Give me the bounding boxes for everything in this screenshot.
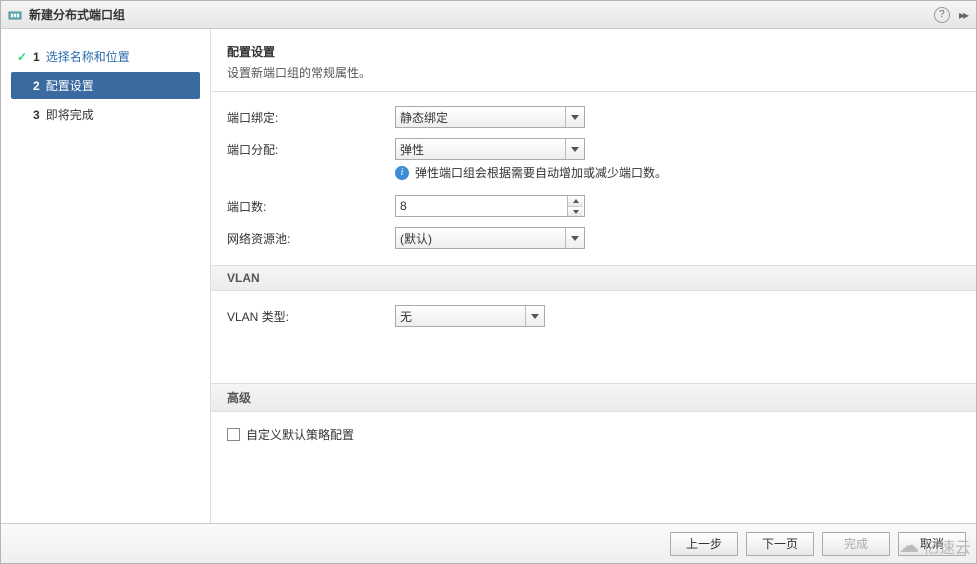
wizard-sidebar: ✓ 1 选择名称和位置 2 配置设置 3 即将完成 (1, 29, 211, 523)
step-configure-settings[interactable]: 2 配置设置 (11, 72, 200, 99)
dialog-window: 新建分布式端口组 ? ▸▸ ✓ 1 选择名称和位置 2 配置设置 3 即将完成 (0, 0, 977, 564)
port-group-icon (7, 7, 23, 23)
step-ready-to-complete[interactable]: 3 即将完成 (11, 101, 200, 128)
titlebar: 新建分布式端口组 ? ▸▸ (1, 1, 976, 29)
network-pool-label: 网络资源池: (227, 230, 395, 247)
chevron-down-icon (525, 306, 543, 326)
help-icon[interactable]: ? (934, 7, 950, 23)
port-allocation-select[interactable]: 弹性 (395, 138, 585, 160)
check-icon: ✓ (17, 50, 31, 64)
port-binding-label: 端口绑定: (227, 109, 395, 126)
dialog-footer: 上一步 下一页 完成 取消 (1, 523, 976, 563)
custom-default-policy-label: 自定义默认策略配置 (246, 426, 354, 443)
window-title: 新建分布式端口组 (29, 6, 125, 23)
port-allocation-info: 弹性端口组会根据需要自动增加或减少端口数。 (415, 164, 667, 181)
chevron-down-icon (565, 139, 583, 159)
port-binding-select[interactable]: 静态绑定 (395, 106, 585, 128)
custom-default-policy-checkbox[interactable] (227, 428, 240, 441)
port-count-label: 端口数: (227, 198, 395, 215)
page-title: 配置设置 (227, 43, 960, 60)
vlan-type-label: VLAN 类型: (227, 308, 395, 325)
network-pool-select[interactable]: (默认) (395, 227, 585, 249)
step-select-name[interactable]: ✓ 1 选择名称和位置 (11, 43, 200, 70)
port-allocation-label: 端口分配: (227, 141, 395, 158)
page-description: 设置新端口组的常规属性。 (227, 64, 960, 81)
content-panel: 配置设置 设置新端口组的常规属性。 端口绑定: 静态绑定 端口分配: 弹性 (211, 29, 976, 523)
chevron-down-icon (565, 228, 583, 248)
vlan-type-select[interactable]: 无 (395, 305, 545, 327)
port-count-input[interactable]: 8 (395, 195, 585, 217)
back-button[interactable]: 上一步 (670, 532, 738, 556)
expand-icon[interactable]: ▸▸ (956, 8, 970, 22)
chevron-down-icon (565, 107, 583, 127)
info-icon: i (395, 166, 409, 180)
vlan-section-header: VLAN (211, 265, 976, 291)
advanced-section-header: 高级 (211, 383, 976, 412)
cancel-button[interactable]: 取消 (898, 532, 966, 556)
finish-button: 完成 (822, 532, 890, 556)
spinner-down-icon[interactable] (568, 206, 583, 216)
next-button[interactable]: 下一页 (746, 532, 814, 556)
spinner-up-icon[interactable] (568, 196, 583, 206)
